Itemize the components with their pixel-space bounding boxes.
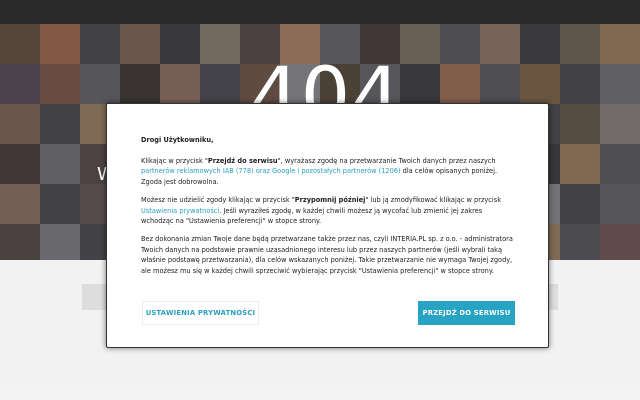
consent-dialog: Drogi Użytkowniku, Klikając w przycisk "… bbox=[106, 103, 549, 348]
partners-link[interactable]: partnerów reklamowych IAB (778) oraz Goo… bbox=[141, 167, 401, 175]
p2-bold-remind: Przypomnij później bbox=[294, 195, 366, 204]
p2-text-b: " lub ją zmodyfikować klikając w przycis… bbox=[365, 195, 502, 204]
consent-paragraph-3: Bez dokonania zmian Twoje dane będą prze… bbox=[141, 234, 513, 276]
consent-paragraph-1: Klikając w przycisk "Przejdź do serwisu"… bbox=[141, 156, 516, 188]
text-fade-overlay bbox=[141, 280, 516, 292]
go-to-site-button[interactable]: PRZEJDŹ DO SERWISU bbox=[418, 301, 515, 325]
consent-text[interactable]: Drogi Użytkowniku, Klikając w przycisk "… bbox=[141, 135, 516, 290]
p2-text-a: Możesz nie udzielić zgody klikając w prz… bbox=[141, 195, 295, 204]
p1-text-a: Klikając w przycisk " bbox=[141, 156, 208, 165]
privacy-settings-button[interactable]: USTAWIENIA PRYWATNOŚCI bbox=[142, 301, 259, 325]
p1-text-b: ", wyrażasz zgodę na przetwarzanie Twoic… bbox=[277, 156, 496, 165]
privacy-settings-link[interactable]: Ustawienia prywatności bbox=[141, 207, 219, 215]
consent-paragraph-2: Możesz nie udzielić zgody klikając w prz… bbox=[141, 195, 516, 227]
p1-bold-accept: Przejdź do serwisu bbox=[207, 156, 278, 165]
consent-greeting: Drogi Użytkowniku, bbox=[141, 136, 214, 144]
